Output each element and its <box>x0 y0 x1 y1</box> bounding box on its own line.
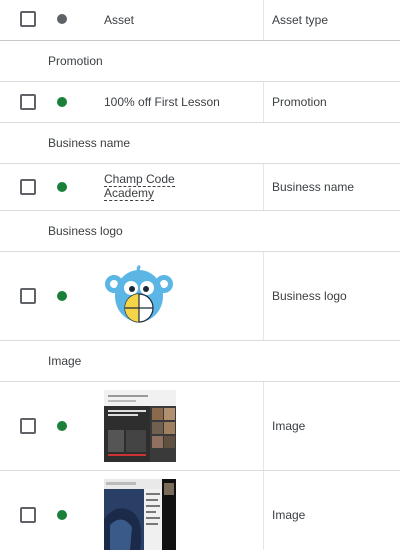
group-header-image: Image <box>0 341 400 382</box>
asset-text-line-1: Champ Code <box>104 172 175 187</box>
asset-type-text: Image <box>272 419 306 433</box>
status-active-icon <box>57 182 67 192</box>
asset-type-text: Image <box>272 508 306 522</box>
group-label: Business name <box>48 136 131 150</box>
row-checkbox[interactable] <box>20 418 36 434</box>
column-divider <box>263 82 264 122</box>
column-header-asset-type[interactable]: Asset type <box>272 13 328 27</box>
group-label: Business logo <box>48 224 123 238</box>
row-checkbox[interactable] <box>20 94 36 110</box>
status-active-icon <box>57 291 67 301</box>
column-divider <box>263 164 264 210</box>
table-row[interactable]: Champ Code Academy Business name <box>0 164 400 211</box>
asset-text: 100% off First Lesson <box>104 95 220 109</box>
asset-text-line-2: Academy <box>104 186 155 201</box>
group-label: Image <box>48 354 82 368</box>
column-divider <box>263 382 264 470</box>
table-row[interactable]: Business logo <box>0 252 400 341</box>
row-checkbox[interactable] <box>20 507 36 523</box>
asset-type-text: Promotion <box>272 95 327 109</box>
column-header-asset[interactable]: Asset <box>104 13 134 27</box>
status-active-icon <box>57 421 67 431</box>
status-active-icon <box>57 510 67 520</box>
monkey-mouse-logo-icon <box>104 264 174 330</box>
group-header-promotion: Promotion <box>0 41 400 82</box>
group-header-business-name: Business name <box>0 123 400 164</box>
group-header-business-logo: Business logo <box>0 211 400 252</box>
assets-table: Asset Asset type Promotion 100% off Firs… <box>0 0 400 550</box>
table-row[interactable]: Image <box>0 471 400 550</box>
asset-text: Champ Code Academy <box>104 172 175 201</box>
status-header-icon <box>57 14 67 24</box>
select-all-checkbox[interactable] <box>20 11 36 27</box>
status-active-icon <box>57 97 67 107</box>
screenshot-thumbnail-icon <box>104 390 176 462</box>
asset-type-text: Business logo <box>272 289 347 303</box>
column-divider <box>263 0 264 40</box>
group-label: Promotion <box>48 54 103 68</box>
table-header: Asset Asset type <box>0 0 400 41</box>
row-checkbox[interactable] <box>20 288 36 304</box>
asset-type-text: Business name <box>272 180 355 194</box>
column-divider <box>263 252 264 340</box>
table-row[interactable]: Image <box>0 382 400 471</box>
photo-thumbnail-icon <box>104 479 176 550</box>
column-divider <box>263 471 264 550</box>
row-checkbox[interactable] <box>20 179 36 195</box>
table-row[interactable]: 100% off First Lesson Promotion <box>0 82 400 123</box>
